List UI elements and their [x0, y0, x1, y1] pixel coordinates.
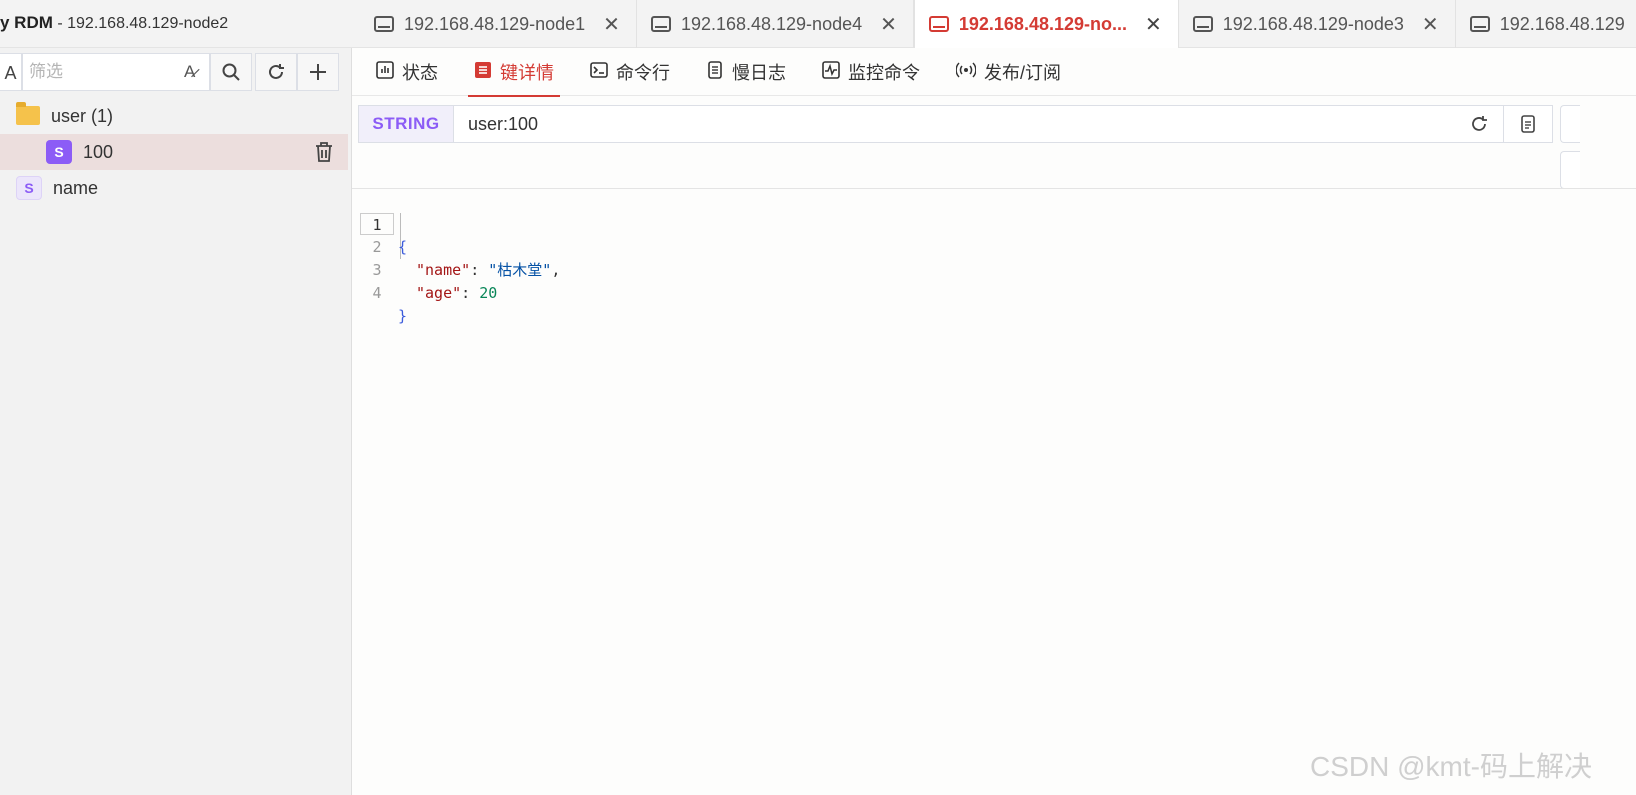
monitor-icon [822, 60, 840, 84]
tab-pubsub[interactable]: 发布/订阅 [950, 48, 1067, 96]
trash-icon[interactable] [314, 141, 334, 169]
refresh-key-button[interactable] [1454, 105, 1504, 143]
tab-label: 192.168.48.129-node4 [680, 13, 863, 34]
code-text: } [398, 307, 408, 325]
key-type-label: STRING [358, 105, 454, 143]
tab-label: 命令行 [616, 63, 670, 83]
log-icon [706, 60, 724, 84]
server-icon [1469, 16, 1490, 32]
refresh-icon [269, 64, 284, 79]
close-icon[interactable]: ✕ [1145, 12, 1162, 37]
refresh-button[interactable] [255, 53, 297, 91]
folder-icon [16, 102, 40, 125]
tab-key-detail[interactable]: 键详情 [468, 48, 560, 97]
tab-monitor[interactable]: 监控命令 [816, 48, 926, 96]
main-panel: 状态 键详情 命令行 慢日志 监控命令 发布/订阅 STRING user:10… [352, 48, 1636, 795]
divider [352, 188, 1636, 189]
tab-label: 192.168.48.129-no... [958, 13, 1127, 34]
tab-node4[interactable]: 192.168.48.129-node4 ✕ [637, 0, 914, 48]
code-line: 1 { [352, 190, 1636, 256]
line-number: 4 [372, 284, 382, 302]
match-case-icon[interactable]: A̷ [184, 62, 195, 82]
copy-icon [1521, 115, 1535, 133]
detail-tabs: 状态 键详情 命令行 慢日志 监控命令 发布/订阅 [352, 48, 1636, 97]
code-line: 2 "name": "枯木堂", [352, 213, 1636, 279]
tab-label: 发布/订阅 [984, 63, 1062, 83]
tab-node1[interactable]: 192.168.48.129-node1 ✕ [360, 0, 637, 48]
server-icon [650, 16, 671, 32]
refresh-icon [1472, 116, 1487, 131]
tab-label: 192.168.48.129 [1499, 13, 1625, 34]
title-bar: y RDM - 192.168.48.129-node2 192.168.48.… [0, 0, 1636, 49]
tab-node2[interactable]: 192.168.48.129-no... ✕ [913, 0, 1179, 49]
tab-label: 192.168.48.129-node1 [404, 13, 586, 34]
close-icon[interactable]: ✕ [880, 12, 897, 37]
app-title: y RDM - 192.168.48.129-node2 [0, 0, 228, 48]
app-name: y RDM [0, 13, 53, 32]
string-type-badge: S [16, 176, 42, 200]
code-line: 3 "age": 20 [352, 236, 1636, 302]
add-key-button[interactable] [297, 53, 339, 91]
tree-item-label: user (1) [51, 105, 114, 126]
server-icon [374, 16, 394, 32]
tab-cli[interactable]: 命令行 [584, 48, 676, 96]
tab-label: 状态 [402, 63, 438, 83]
code-text: "age": 20 [416, 284, 498, 302]
terminal-icon [590, 61, 608, 84]
value-editor[interactable]: 1 { 2 "name": "枯木堂", 3 "age": 20 4 } [352, 190, 1636, 490]
key-detail-icon [474, 61, 492, 84]
json-number-value: 20 [479, 284, 498, 302]
tab-label: 慢日志 [732, 63, 786, 83]
tab-label: 键详情 [500, 63, 554, 83]
tab-label: 192.168.48.129-node3 [1222, 13, 1404, 34]
search-button[interactable] [210, 53, 252, 91]
tab-node5[interactable]: 192.168.48.129 [1456, 0, 1636, 48]
connection-name: - 192.168.48.129-node2 [52, 15, 229, 32]
tab-status[interactable]: 状态 [370, 48, 444, 96]
filter-bar: A A̷ [0, 53, 352, 91]
tab-slowlog[interactable]: 慢日志 [700, 48, 792, 96]
tree-key-name[interactable]: S name [0, 170, 352, 206]
key-name-input[interactable] [453, 105, 1524, 143]
close-icon[interactable]: ✕ [603, 12, 620, 37]
filter-input[interactable] [22, 53, 210, 91]
tab-node3[interactable]: 192.168.48.129-node3 ✕ [1179, 0, 1456, 48]
connection-tabs: 192.168.48.129-node1 ✕ 192.168.48.129-no… [360, 0, 1636, 49]
tree-item-label: name [53, 177, 99, 198]
key-tree: user (1) S 100 S name [0, 98, 352, 206]
plus-icon [310, 64, 326, 80]
server-icon [1192, 16, 1213, 32]
server-icon [928, 16, 949, 32]
string-type-badge: S [46, 140, 72, 164]
copy-key-button[interactable] [1503, 105, 1553, 143]
tab-label: 监控命令 [848, 63, 920, 83]
watermark: CSDN @kmt-码上解决 [1310, 751, 1592, 782]
key-bar: STRING [358, 105, 1628, 189]
search-icon [222, 63, 240, 81]
broadcast-icon [955, 61, 977, 84]
key-sidebar: A A̷ user (1) S 100 [0, 48, 352, 795]
chart-icon [376, 60, 394, 84]
close-icon[interactable]: ✕ [1422, 12, 1439, 37]
tree-key-100[interactable]: S 100 [0, 134, 348, 170]
key-action-button-edge[interactable] [1560, 105, 1580, 143]
case-label[interactable]: A [0, 53, 22, 91]
app-window: y RDM - 192.168.48.129-node2 192.168.48.… [0, 0, 1636, 795]
tree-item-label: 100 [83, 141, 114, 162]
tree-folder-user[interactable]: user (1) [0, 98, 352, 134]
key-action-button-edge[interactable] [1560, 151, 1580, 189]
code-line: 4 } [352, 259, 1636, 325]
